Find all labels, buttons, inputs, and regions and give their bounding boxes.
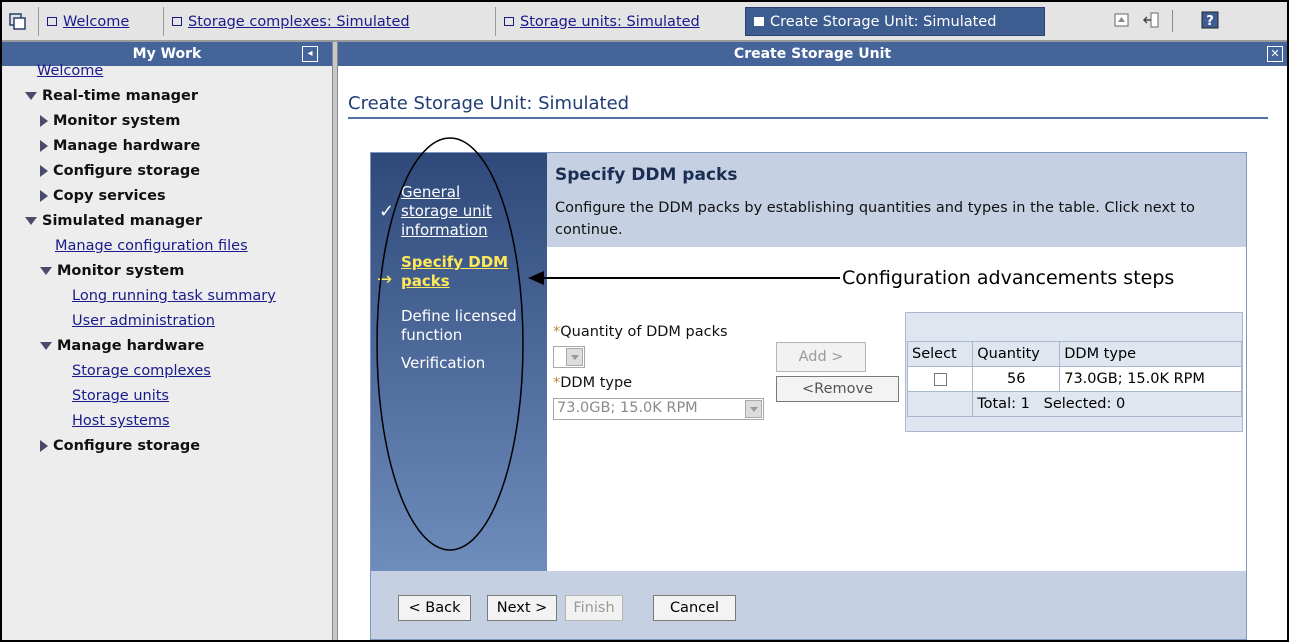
annotation-label: Configuration advancements steps (842, 267, 1175, 289)
annotation-ellipse (376, 137, 524, 551)
annotation-arrowhead (528, 271, 544, 285)
window-frame: Welcome Storage complexes: Simulated Sto… (0, 0, 1289, 642)
annotation-overlay (376, 137, 840, 551)
